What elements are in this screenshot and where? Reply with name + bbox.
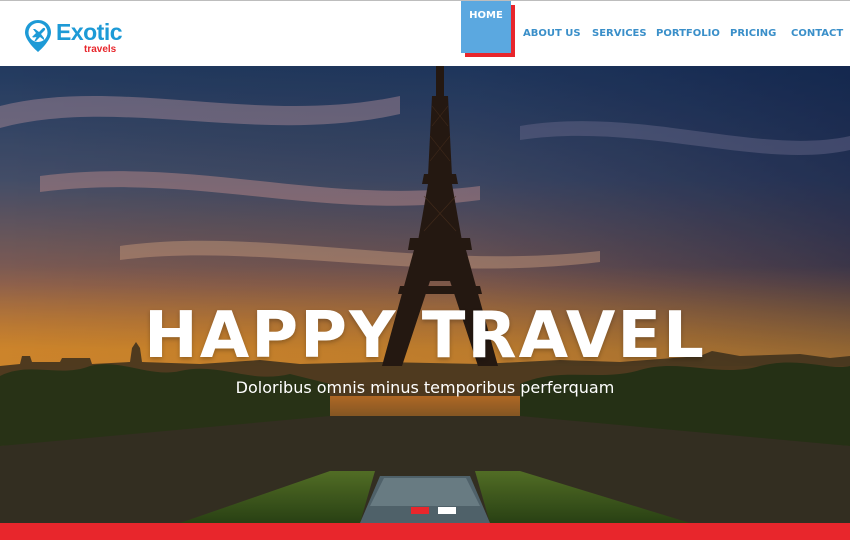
hero-background-image (0, 66, 850, 523)
nav-item-about-us[interactable]: ABOUT US (523, 1, 581, 67)
slider-dot-2[interactable] (438, 507, 456, 514)
nav-item-contact[interactable]: CONTACT (791, 1, 843, 67)
nav-item-portfolio[interactable]: PORTFOLIO (656, 1, 720, 67)
plane-pin-icon (25, 20, 51, 52)
brand-name: Exotic (56, 19, 123, 45)
nav-home-label-box: HOME (461, 1, 511, 53)
nav-item-pricing[interactable]: PRICING (730, 1, 776, 67)
site-logo[interactable]: Exotic travels (24, 15, 134, 57)
brand-tagline: travels (84, 44, 117, 55)
slider-dot-1[interactable] (411, 507, 429, 514)
hero-title: HAPPY TRAVEL (144, 299, 706, 373)
nav-item-label: HOME (469, 10, 503, 21)
hero-slider: HAPPY TRAVEL Doloribus omnis minus tempo… (0, 66, 850, 523)
nav-item-services[interactable]: SERVICES (592, 1, 647, 67)
hero-subtitle: Doloribus omnis minus temporibus perferq… (235, 378, 615, 397)
bottom-accent-bar (0, 523, 850, 540)
site-header: Exotic travels HOME ABOUT US SERVICES PO… (0, 0, 850, 66)
nav-item-home[interactable]: HOME (461, 1, 515, 57)
